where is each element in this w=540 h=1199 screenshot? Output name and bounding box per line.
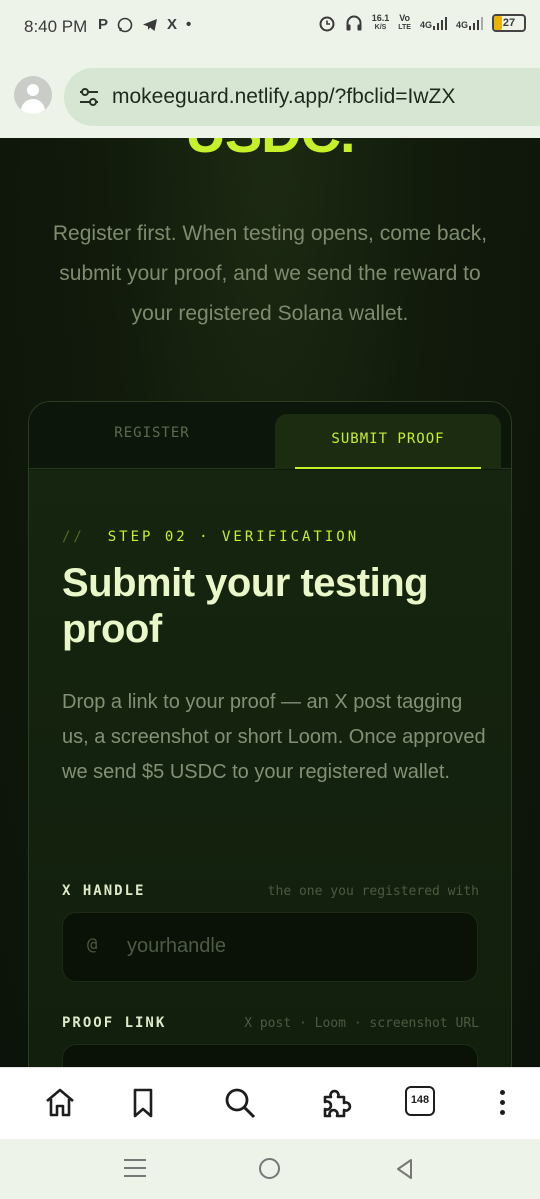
home-icon[interactable] (43, 1086, 77, 1120)
system-home-icon[interactable] (259, 1158, 280, 1179)
battery-fill (494, 16, 503, 30)
system-icons: 16.1 K/S Vo LTE 4G 4G 27 (318, 14, 526, 32)
headphones-icon (346, 15, 362, 31)
more-dot-icon: • (186, 16, 192, 33)
url-field[interactable]: mokeeguard.netlify.app/?fbclid=IwZX (64, 68, 540, 126)
x-app-icon: X (167, 16, 178, 33)
step-label: // STEP 02 · VERIFICATION (62, 529, 359, 545)
proof-card: REGISTER SUBMIT PROOF // STEP 02 · VERIF… (28, 401, 512, 1067)
x-handle-hint: the one you registered with (267, 884, 479, 899)
step-text: STEP 02 · VERIFICATION (107, 529, 360, 545)
profile-avatar-icon[interactable] (14, 76, 52, 114)
section-heading: Submit your testing proof (62, 561, 429, 651)
notification-icons: P X • (98, 16, 191, 33)
signal-icon-1: 4G (420, 16, 447, 30)
volte-indicator: Vo LTE (398, 13, 411, 32)
url-text: mokeeguard.netlify.app/?fbclid=IwZX (112, 85, 456, 108)
back-icon[interactable] (395, 1158, 415, 1180)
more-menu-icon[interactable] (500, 1090, 506, 1120)
proof-link-label: PROOF LINK (62, 1015, 167, 1031)
tab-bar: REGISTER SUBMIT PROOF (29, 402, 511, 469)
lead-text: Register first. When testing opens, come… (52, 222, 488, 325)
status-time: 8:40 PM (24, 17, 88, 36)
search-icon[interactable] (223, 1086, 257, 1120)
x-handle-placeholder: yourhandle (127, 935, 226, 957)
browser-address-bar: mokeeguard.netlify.app/?fbclid=IwZX (0, 56, 540, 138)
proof-link-hint: X post · Loom · screenshot URL (244, 1016, 479, 1031)
telegram-icon (143, 18, 158, 31)
x-handle-label: X HANDLE (62, 883, 146, 899)
x-handle-input[interactable]: @ yourhandle (62, 912, 478, 982)
tab-submit-proof[interactable]: SUBMIT PROOF (275, 414, 501, 469)
proof-link-input[interactable] (62, 1044, 478, 1067)
submit-proof-panel: // STEP 02 · VERIFICATION Submit your te… (29, 470, 511, 1067)
at-prefix: @ (87, 935, 98, 955)
tab-register[interactable]: REGISTER (29, 402, 275, 469)
browser-bottom-toolbar: 148 (0, 1067, 540, 1139)
active-tab-indicator (295, 467, 481, 469)
step-prefix: // (62, 529, 85, 545)
recents-icon[interactable] (124, 1159, 146, 1183)
site-settings-icon[interactable] (78, 86, 100, 108)
section-description: Drop a link to your proof — an X post ta… (62, 691, 486, 783)
bookmark-icon[interactable] (126, 1086, 160, 1120)
web-page: USDC. Register first. When testing opens… (0, 138, 540, 1067)
signal-icon-2: 4G (456, 16, 483, 30)
status-bar: 8:40 PM P X • 16.1 K/S Vo LTE 4G 4G 27 (0, 0, 540, 56)
hero-title: USDC. (0, 138, 540, 165)
system-navigation-bar (0, 1139, 540, 1199)
battery-icon: 27 (492, 14, 526, 32)
tab-submit-proof-label: SUBMIT PROOF (331, 431, 445, 447)
tab-switcher-button[interactable]: 148 (405, 1086, 435, 1116)
p-app-icon: P (98, 16, 109, 33)
net-speed: 16.1 K/S (371, 13, 390, 32)
extensions-puzzle-icon[interactable] (320, 1086, 354, 1120)
alarm-icon (319, 16, 335, 32)
whatsapp-icon (117, 17, 133, 32)
